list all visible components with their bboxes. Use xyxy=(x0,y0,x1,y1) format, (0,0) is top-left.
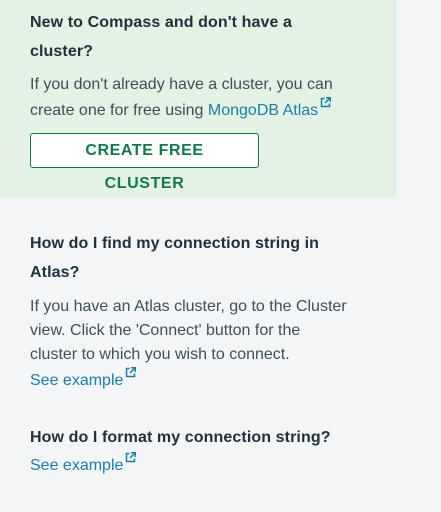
new-user-body-line2: create one for free using xyxy=(30,102,208,119)
find-string-description: If you have an Atlas cluster, go to the … xyxy=(30,295,370,393)
find-string-see-example-link[interactable]: See example xyxy=(30,367,137,389)
find-string-see-example-label: See example xyxy=(30,372,124,389)
format-string-heading: How do I format my connection string? xyxy=(30,429,331,446)
format-string-description: See example xyxy=(30,452,370,478)
external-link-icon xyxy=(125,452,137,463)
new-user-heading: New to Compass and don't have a cluster? xyxy=(30,8,370,66)
new-user-body-line1: If you don't already have a cluster, you… xyxy=(30,76,333,93)
find-string-body-line1: If you have an Atlas cluster, go to the … xyxy=(30,298,347,315)
create-free-cluster-button[interactable]: CREATE FREE CLUSTER xyxy=(30,133,259,192)
external-link-icon xyxy=(125,367,137,378)
find-string-body-line3: cluster to which you wish to connect. xyxy=(30,346,290,363)
new-user-description: If you don't already have a cluster, you… xyxy=(30,73,370,123)
find-string-body-line2: view. Click the 'Connect' button for the xyxy=(30,322,301,339)
mongodb-atlas-link[interactable]: MongoDB Atlas xyxy=(207,97,332,119)
find-string-heading-line2: Atlas? xyxy=(30,264,80,281)
new-user-section: New to Compass and don't have a cluster?… xyxy=(30,8,370,123)
find-string-heading-line1: How do I find my connection string in xyxy=(30,235,320,252)
find-string-heading: How do I find my connection string in At… xyxy=(30,229,370,287)
mongodb-atlas-link-label: MongoDB Atlas xyxy=(207,102,319,119)
format-string-see-example-label: See example xyxy=(30,457,124,474)
format-string-see-example-link[interactable]: See example xyxy=(30,452,137,474)
connect-help-sidebar: New to Compass and don't have a cluster?… xyxy=(0,0,441,512)
find-connection-string-section: How do I find my connection string in At… xyxy=(30,229,370,393)
external-link-icon xyxy=(320,97,332,108)
format-connection-string-section: How do I format my connection string? Se… xyxy=(30,423,370,478)
new-user-heading-line2: cluster? xyxy=(30,43,94,60)
new-user-heading-line1: New to Compass and don't have a xyxy=(30,14,293,31)
